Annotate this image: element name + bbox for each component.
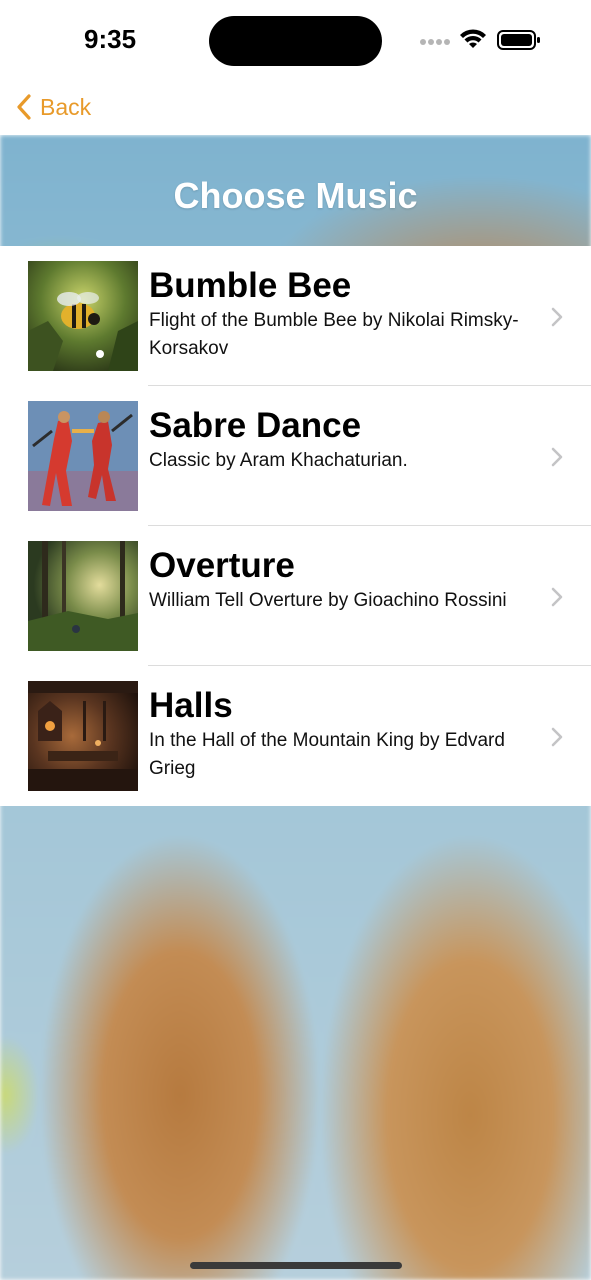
item-title: Overture <box>149 546 295 585</box>
dynamic-island <box>209 16 382 66</box>
item-subtitle: In the Hall of the Mountain King by Edva… <box>149 730 505 779</box>
item-title: Sabre Dance <box>149 406 362 445</box>
list-item[interactable]: Halls In the Hall of the Mountain King b… <box>0 666 591 806</box>
battery-icon <box>497 30 540 50</box>
status-time: 9:35 <box>84 24 137 54</box>
status-bar: 9:35 <box>0 0 591 80</box>
thumbnail-bumble-bee <box>28 261 138 371</box>
list-item[interactable]: Bumble Bee Flight of the Bumble Bee by N… <box>0 246 591 386</box>
thumbnail-sabre-dance <box>28 401 138 511</box>
chevron-right-icon <box>551 307 563 327</box>
chevron-left-icon <box>17 94 31 120</box>
home-indicator[interactable] <box>190 1262 402 1269</box>
back-label: Back <box>40 93 92 120</box>
cellular-signal-icon <box>420 39 450 45</box>
chevron-right-icon <box>551 727 563 747</box>
item-subtitle: William Tell Overture by Gioachino Rossi… <box>149 590 507 611</box>
item-title: Bumble Bee <box>149 266 352 305</box>
chevron-right-icon <box>551 447 563 467</box>
thumbnail-overture <box>28 541 138 651</box>
item-subtitle: Classic by Aram Khachaturian. <box>149 450 408 471</box>
chevron-right-icon <box>551 587 563 607</box>
item-subtitle: Flight of the Bumble Bee by Nikolai Rims… <box>149 310 519 359</box>
thumbnail-halls <box>28 681 138 791</box>
navigation-bar: Back <box>0 80 591 135</box>
list-item[interactable]: Overture William Tell Overture by Gioach… <box>0 526 591 666</box>
wifi-icon <box>460 29 486 48</box>
list-item[interactable]: Sabre Dance Classic by Aram Khachaturian… <box>0 386 591 526</box>
music-list: Bumble Bee Flight of the Bumble Bee by N… <box>0 246 591 806</box>
item-title: Halls <box>149 686 233 725</box>
page-title: Choose Music <box>173 175 418 216</box>
back-button[interactable]: Back <box>16 90 91 124</box>
